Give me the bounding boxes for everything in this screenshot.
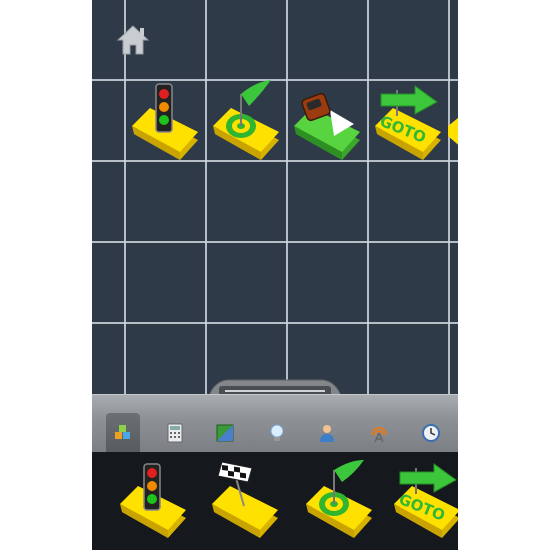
- category-toolbar: [92, 394, 458, 453]
- tray-tile-goto[interactable]: GOTO: [390, 460, 458, 542]
- tray-tile-traffic-light[interactable]: [116, 460, 190, 542]
- tab-clock[interactable]: [414, 413, 448, 453]
- clock-icon: [422, 424, 440, 442]
- traffic-light-icon: [143, 463, 161, 511]
- tab-signal[interactable]: [362, 413, 396, 453]
- tray-tile-target-flag[interactable]: [302, 460, 376, 542]
- lightbulb-icon: [270, 424, 284, 441]
- canvas-tile-partial[interactable]: [448, 112, 458, 152]
- traffic-light-icon: [155, 83, 173, 133]
- map-icon: [216, 424, 234, 442]
- canvas-tile-traffic-light[interactable]: [128, 82, 202, 164]
- signal-antenna-icon: [371, 427, 387, 443]
- canvas-tile-goto[interactable]: GOTO: [371, 82, 445, 164]
- program-canvas[interactable]: GOTO: [92, 0, 458, 400]
- canvas-tile-target-flag[interactable]: [209, 80, 283, 164]
- tab-ideas[interactable]: [260, 413, 294, 453]
- tab-person[interactable]: [310, 413, 344, 453]
- tray-tile-checkered-flag[interactable]: [208, 460, 282, 542]
- app-screen: GOTO GOTO: [92, 0, 458, 550]
- goto-arrow-icon: [399, 463, 457, 494]
- calculator-icon: [167, 423, 183, 443]
- canvas-tile-drive-car[interactable]: [290, 82, 364, 164]
- cubes-icon: [115, 425, 130, 439]
- goto-arrow-icon: [380, 85, 438, 116]
- tab-calculator[interactable]: [158, 413, 192, 453]
- person-icon: [320, 425, 334, 442]
- block-tray: GOTO: [92, 452, 458, 550]
- tab-blocks[interactable]: [106, 413, 140, 453]
- tab-map[interactable]: [208, 413, 242, 453]
- home-icon[interactable]: [116, 24, 150, 56]
